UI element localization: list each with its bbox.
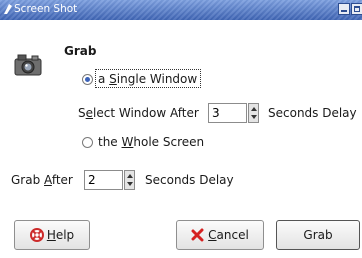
window-menu-icon[interactable] [3,3,13,15]
minimize-button[interactable] [338,3,350,15]
single-window-radio[interactable] [82,74,93,85]
section-title: Grab [64,44,97,58]
grab-button[interactable]: Grab [276,220,360,250]
help-button-label: Help [46,228,75,242]
select-delay-input[interactable] [208,103,247,123]
decrement-icon[interactable] [251,115,257,119]
whole-screen-label[interactable]: the Whole Screen [98,135,204,149]
increment-icon[interactable] [127,174,133,178]
window-title: Screen Shot [14,3,78,15]
help-lifebuoy-icon [29,228,44,242]
grab-delay-unit: Seconds Delay [145,173,234,187]
cancel-x-icon [191,228,204,242]
single-window-label[interactable]: a Single Window [98,72,197,86]
grab-delay-stepper[interactable] [124,170,135,190]
grab-delay-input[interactable] [84,170,123,190]
cancel-button[interactable]: Cancel [176,220,264,250]
whole-screen-radio[interactable] [82,137,93,148]
select-window-after-label: Select Window After [78,106,199,120]
select-delay-stepper[interactable] [248,103,259,123]
title-bar[interactable]: Screen Shot [0,0,362,20]
increment-icon[interactable] [251,107,257,111]
grab-after-label: Grab After [11,173,73,187]
select-delay-unit: Seconds Delay [268,106,357,120]
decrement-icon[interactable] [127,182,133,186]
maximize-button[interactable] [351,3,362,15]
grab-button-label: Grab [303,228,333,242]
cancel-button-label: Cancel [208,228,249,242]
camera-icon [14,54,42,76]
help-button[interactable]: Help [14,220,90,250]
